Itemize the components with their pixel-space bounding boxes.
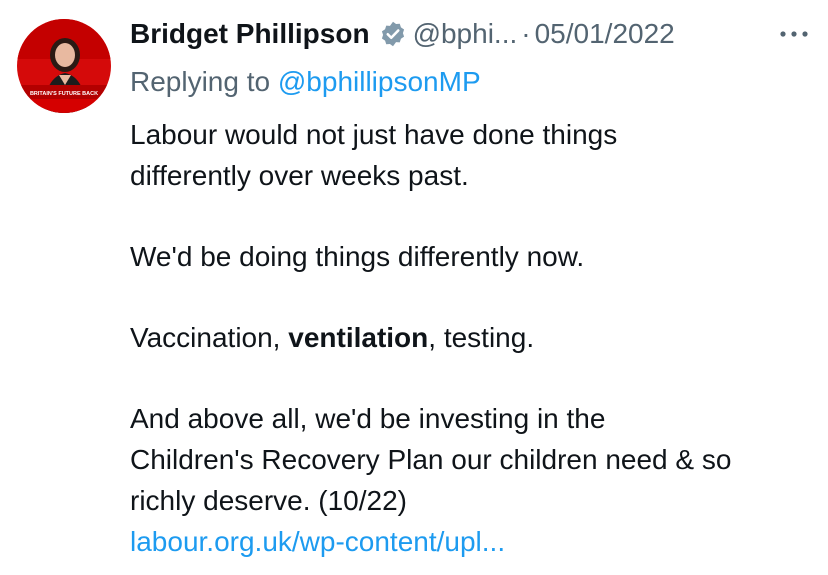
more-options-icon[interactable] [776, 20, 812, 48]
tweet-line: Children's Recovery Plan our children ne… [130, 444, 732, 475]
avatar[interactable]: BRITAIN'S FUTURE BACK [17, 19, 111, 113]
tweet-line: richly deserve. (10/22) [130, 485, 408, 516]
author-name[interactable]: Bridget Phillipson [130, 14, 370, 54]
tweet-line: And above all, we'd be investing in the [130, 403, 606, 434]
tweet-paragraph: Vaccination, ventilation, testing. [130, 317, 820, 358]
header-separator: · [521, 18, 531, 49]
replying-to-mention[interactable]: @bphillipsonMP [278, 66, 481, 97]
tweet-link[interactable]: labour.org.uk/wp-content/upl... [130, 526, 505, 557]
tweet-line: Vaccination, ventilation, testing. [130, 317, 820, 358]
tweet-line: differently over weeks past. [130, 160, 469, 191]
tweet-text: Labour would not just have done things d… [130, 114, 820, 562]
tweet-date[interactable]: 05/01/2022 [535, 14, 675, 54]
tweet-line: We'd be doing things differently now. [130, 241, 585, 272]
tweet-paragraph: We'd be doing things differently now. [130, 236, 820, 277]
replying-to: Replying to @bphillipsonMP [130, 62, 481, 102]
tweet-paragraph: Labour would not just have done things d… [130, 114, 820, 196]
tweet-header: Bridget Phillipson @bphi... · 05/01/2022 [130, 14, 675, 54]
verified-badge-icon [379, 20, 407, 48]
replying-to-label: Replying to [130, 66, 271, 97]
avatar-image: BRITAIN'S FUTURE BACK [17, 19, 111, 113]
avatar-banner-text: BRITAIN'S FUTURE BACK [30, 91, 98, 97]
tweet-paragraph: And above all, we'd be investing in the … [130, 398, 820, 562]
tweet-bold-text: ventilation [288, 322, 429, 353]
tweet-text-segment: , testing. [428, 322, 535, 353]
author-handle[interactable]: @bphi... [413, 14, 518, 54]
tweet[interactable]: BRITAIN'S FUTURE BACK Bridget Phillipson… [0, 0, 828, 575]
tweet-line: Labour would not just have done things [130, 119, 618, 150]
tweet-text-segment: Vaccination, [130, 322, 289, 353]
